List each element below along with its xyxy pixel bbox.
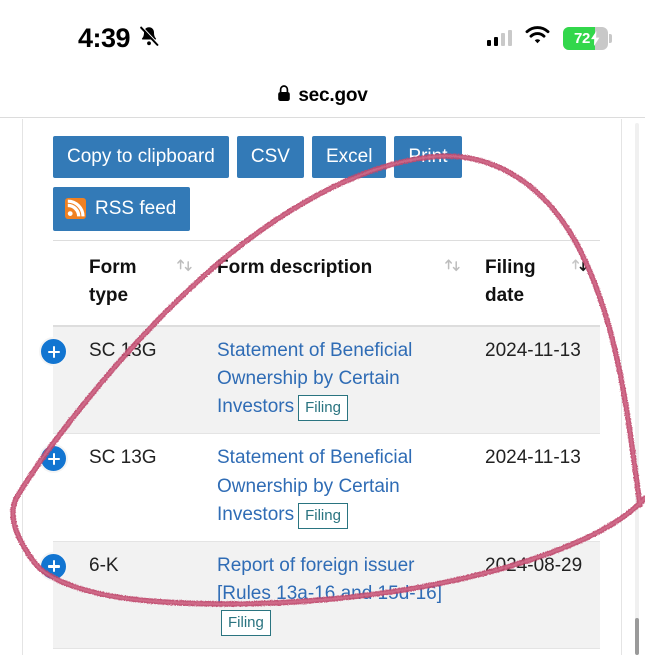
expand-cell xyxy=(53,326,77,434)
table-body: SC 13G Statement of Beneficial Ownership… xyxy=(53,326,600,655)
cell-form-type: SC 13G xyxy=(77,434,205,541)
status-bar-left: 4:39 xyxy=(78,24,161,53)
cell-form-type: 424B4 xyxy=(77,649,205,655)
column-header-filing-date-label: Filing date xyxy=(485,254,565,309)
plus-circle-icon[interactable] xyxy=(39,444,68,473)
cell-filing-date: 2024-11-13 xyxy=(473,434,600,541)
page-scrollbar-track[interactable] xyxy=(635,123,639,651)
cell-form-description: Statement of Beneficial Ownership by Cer… xyxy=(205,434,473,541)
column-header-expand xyxy=(53,241,77,327)
rss-feed-label: RSS feed xyxy=(95,199,176,218)
rss-icon xyxy=(65,198,86,219)
table-row[interactable]: SC 13G Statement of Beneficial Ownership… xyxy=(53,326,600,434)
expand-cell xyxy=(53,541,77,648)
sort-descending-icon xyxy=(571,257,588,280)
page-scrollbar-thumb[interactable] xyxy=(635,618,639,655)
web-page-viewport: Copy to clipboard CSV Excel Print RSS fe… xyxy=(0,119,645,655)
filing-badge[interactable]: Filing xyxy=(298,395,348,421)
rss-feed-button[interactable]: RSS feed xyxy=(53,187,190,231)
table-head: Form type Form xyxy=(53,241,600,327)
csv-button[interactable]: CSV xyxy=(237,136,304,178)
column-header-form-description-label: Form description xyxy=(217,254,372,282)
clock: 4:39 xyxy=(78,25,130,52)
table-row[interactable]: 424B4 Prospectus [Rule 424(b) 2024-08-28 xyxy=(53,649,600,655)
battery-indicator: 72 xyxy=(563,27,608,50)
expand-cell xyxy=(53,649,77,655)
wifi-icon xyxy=(525,26,550,50)
cell-form-type: 6-K xyxy=(77,541,205,648)
cell-form-description: Prospectus [Rule 424(b) xyxy=(205,649,473,655)
cell-form-type: SC 13G xyxy=(77,326,205,434)
filing-badge[interactable]: Filing xyxy=(298,503,348,529)
screen: 4:39 xyxy=(0,0,645,655)
page-right-rule xyxy=(621,119,622,655)
battery-percent-label: 72 xyxy=(563,27,608,50)
table-header-row: Form type Form xyxy=(53,241,600,327)
table-row[interactable]: 6-K Report of foreign issuer [Rules 13a-… xyxy=(53,541,600,648)
plus-circle-icon[interactable] xyxy=(39,552,68,581)
print-button[interactable]: Print xyxy=(394,136,461,178)
bell-slash-icon xyxy=(137,24,161,53)
sort-both-icon xyxy=(444,257,461,280)
export-button-row: Copy to clipboard CSV Excel Print xyxy=(53,136,594,178)
lock-icon xyxy=(277,85,291,107)
filing-badge[interactable]: Filing xyxy=(221,610,271,636)
cell-form-description: Report of foreign issuer [Rules 13a-16 a… xyxy=(205,541,473,648)
excel-button[interactable]: Excel xyxy=(312,136,386,178)
cell-filing-date: 2024-08-28 xyxy=(473,649,600,655)
url-domain-label: sec.gov xyxy=(298,85,367,107)
cell-filing-date: 2024-11-13 xyxy=(473,326,600,434)
cellular-signal-icon xyxy=(487,30,513,46)
browser-url-bar[interactable]: sec.gov xyxy=(0,74,645,118)
column-header-filing-date[interactable]: Filing date xyxy=(473,241,600,327)
cell-form-description: Statement of Beneficial Ownership by Cer… xyxy=(205,326,473,434)
filings-table: Form type Form xyxy=(53,240,600,655)
table-row[interactable]: SC 13G Statement of Beneficial Ownership… xyxy=(53,434,600,541)
plus-circle-icon[interactable] xyxy=(39,337,68,366)
page-content: Copy to clipboard CSV Excel Print RSS fe… xyxy=(53,136,594,655)
expand-cell xyxy=(53,434,77,541)
charging-bolt-icon xyxy=(591,31,600,51)
column-header-form-type-label: Form type xyxy=(89,254,170,309)
status-bar-right: 72 xyxy=(487,26,609,50)
rss-button-row: RSS feed xyxy=(53,187,594,231)
sort-both-icon xyxy=(176,257,193,280)
cell-filing-date: 2024-08-29 xyxy=(473,541,600,648)
page-left-rule xyxy=(22,119,23,655)
form-description-link[interactable]: Report of foreign issuer [Rules 13a-16 a… xyxy=(217,555,442,604)
column-header-form-description[interactable]: Form description xyxy=(205,241,473,327)
column-header-form-type[interactable]: Form type xyxy=(77,241,205,327)
ios-status-bar: 4:39 xyxy=(0,0,645,74)
copy-to-clipboard-button[interactable]: Copy to clipboard xyxy=(53,136,229,178)
